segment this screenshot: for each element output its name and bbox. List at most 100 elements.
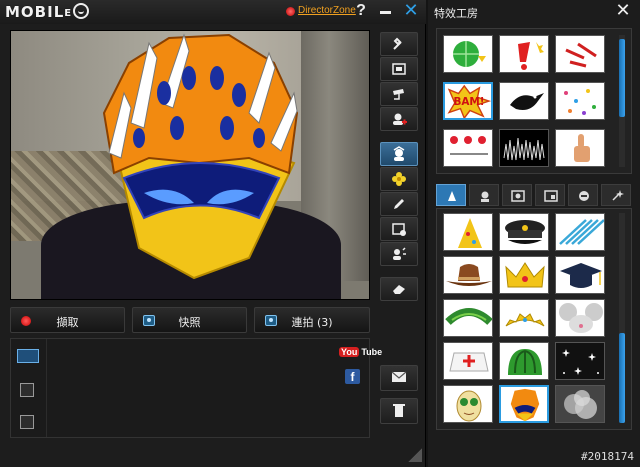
surveillance-button[interactable] [380,82,418,106]
frame-icon [511,190,525,202]
stars-icon [562,349,599,375]
resize-grip[interactable] [408,448,422,462]
draw-button[interactable] [380,192,418,216]
bottom-grid-scrollbar[interactable] [619,213,625,423]
help-button[interactable]: ? [354,2,368,20]
envelope-icon [391,371,407,382]
video-preview [10,30,370,300]
effect-thumb[interactable] [443,342,493,380]
capture-button[interactable]: 擷取 [10,307,125,333]
tab-avatar[interactable] [469,184,499,206]
bam-icon: BAM! [447,84,491,118]
effects-tabs [436,184,632,206]
snapshot-button[interactable]: 快照 [132,307,247,333]
tab-frame[interactable] [502,184,532,206]
all-media-icon[interactable] [17,349,39,363]
screen-button[interactable] [380,57,418,81]
stripes-icon [559,219,604,245]
effect-thumb[interactable] [555,35,605,73]
add-avatar-button[interactable] [380,107,418,131]
tiara-icon [505,313,545,327]
group-effect-button[interactable] [380,242,418,266]
cowboy-hat-icon [446,264,492,286]
police-cap-icon [505,220,545,244]
bottom-grid-scroll-thumb[interactable] [619,333,625,423]
nurse-cap-icon [449,352,489,372]
effect-thumb-selected[interactable] [499,385,549,423]
effect-thumb[interactable] [499,256,549,294]
tab-hat[interactable] [436,184,466,206]
top-grid-scroll-thumb[interactable] [619,39,625,117]
effect-thumb[interactable] [555,385,605,423]
email-button[interactable] [380,365,418,391]
minimize-button[interactable] [380,11,391,14]
effect-thumb[interactable] [555,129,605,167]
title-bar: MOBILE DirectorZone ? ✕ [0,0,426,24]
effect-thumb[interactable] [443,385,493,423]
graduation-cap-icon [560,263,602,288]
flower-effect-button[interactable] [380,167,418,191]
crown-icon [505,262,545,288]
tab-window[interactable] [535,184,565,206]
equalizer-icon [503,137,545,161]
close-button[interactable]: ✕ [402,2,420,20]
effect-thumb[interactable] [499,342,549,380]
directorzone-icon[interactable] [286,7,295,16]
effect-thumb[interactable] [499,82,549,120]
effect-thumb[interactable] [555,342,605,380]
tab-sparkle[interactable] [601,184,631,206]
leaf-wreath-icon [445,308,492,326]
smiley-icon [73,3,90,19]
youtube-upload-button[interactable]: You Tube [339,347,384,357]
effect-thumb[interactable] [443,256,493,294]
effect-thumb[interactable] [499,129,549,167]
mouse-ears-icon [559,303,603,333]
eraser-icon [393,285,405,294]
screen-icon [392,63,406,75]
delete-button[interactable] [380,398,418,424]
avatar-icon [481,191,489,202]
effect-thumb[interactable] [555,256,605,294]
effect-thumb[interactable] [443,35,493,73]
gallery-filter-bar [11,339,47,437]
frame-effect-button[interactable] [380,217,418,241]
warning-icon [518,42,544,70]
effect-thumb[interactable] [555,213,605,251]
face-icon [579,191,589,201]
bird-icon [510,93,544,110]
effect-thumb[interactable] [443,129,493,167]
settings-button[interactable] [380,32,418,56]
effect-thumb[interactable] [499,213,549,251]
effects-close-button[interactable]: ✕ [614,2,632,20]
tiger-mask-overlay [102,33,299,280]
main-window: MOBILE DirectorZone ? ✕ 擷取 快照 連拍 (3) You… [0,0,426,467]
cctv-icon [393,89,404,100]
eraser-button[interactable] [380,277,418,301]
effects-bottom-grid [436,208,632,430]
effect-thumb[interactable] [443,213,493,251]
effect-thumb[interactable] [443,299,493,337]
effects-panel: 特效工房 ✕ BAM! #2018174 [428,0,640,467]
effect-thumb[interactable] [499,299,549,337]
effect-thumb-selected[interactable]: BAM! [443,82,493,120]
trash-icon [393,404,405,417]
confetti-icon [564,89,596,115]
avatar-effects-button[interactable] [380,142,418,166]
tools-icon [393,37,402,50]
smoke-icon [564,390,597,419]
photo-filter-icon[interactable] [20,383,34,397]
facebook-upload-button[interactable]: f [345,369,360,384]
flower-icon [392,172,406,186]
effect-thumb[interactable] [555,299,605,337]
burst-button[interactable]: 連拍 (3) [254,307,370,333]
video-filter-icon[interactable] [20,415,34,429]
svg-text:BAM!: BAM! [453,96,484,108]
effect-thumb[interactable] [555,82,605,120]
tab-face[interactable] [568,184,598,206]
top-grid-scrollbar[interactable] [619,35,625,167]
party-hat-icon [458,218,482,248]
sparkle-icon [612,190,624,201]
directorzone-link[interactable]: DirectorZone [298,5,356,16]
effect-thumb[interactable] [499,35,549,73]
avatar-icon [393,146,405,161]
